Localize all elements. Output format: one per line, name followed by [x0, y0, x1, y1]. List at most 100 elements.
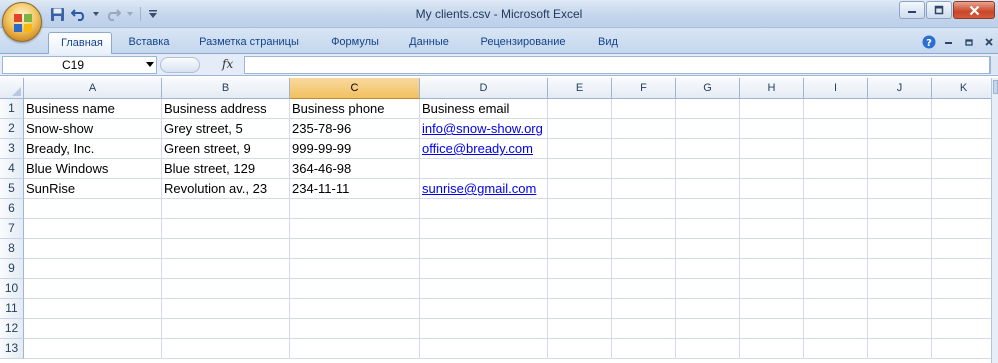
cell-c2[interactable]: 235-78-96 [290, 119, 420, 139]
cell-h10[interactable] [740, 279, 804, 299]
cell-a3[interactable]: Bready, Inc. [24, 139, 162, 159]
cell-d1[interactable]: Business email [420, 99, 548, 119]
row-header-1[interactable]: 1 [0, 99, 24, 119]
cell-d8[interactable] [420, 239, 548, 259]
cell-c12[interactable] [290, 319, 420, 339]
cell-i5[interactable] [804, 179, 868, 199]
cell-a10[interactable] [24, 279, 162, 299]
cell-h12[interactable] [740, 319, 804, 339]
cell-k13[interactable] [932, 339, 991, 359]
cell-b1[interactable]: Business address [162, 99, 290, 119]
cell-f10[interactable] [612, 279, 676, 299]
select-all-corner[interactable] [0, 78, 24, 99]
row-header-11[interactable]: 11 [0, 299, 24, 319]
cell-j9[interactable] [868, 259, 932, 279]
cell-d10[interactable] [420, 279, 548, 299]
row-header-4[interactable]: 4 [0, 159, 24, 179]
cell-j12[interactable] [868, 319, 932, 339]
minimize-button[interactable] [899, 1, 925, 19]
cell-d7[interactable] [420, 219, 548, 239]
ribbon-close-icon[interactable] [980, 34, 998, 50]
cell-j2[interactable] [868, 119, 932, 139]
cell-b9[interactable] [162, 259, 290, 279]
cell-i4[interactable] [804, 159, 868, 179]
chevron-down-icon[interactable] [146, 62, 154, 67]
cell-f7[interactable] [612, 219, 676, 239]
cell-g9[interactable] [676, 259, 740, 279]
cell-h9[interactable] [740, 259, 804, 279]
cell-e13[interactable] [548, 339, 612, 359]
cell-c1[interactable]: Business phone [290, 99, 420, 119]
column-header-e[interactable]: E [548, 78, 612, 99]
cell-a8[interactable] [24, 239, 162, 259]
cell-k8[interactable] [932, 239, 991, 259]
row-header-5[interactable]: 5 [0, 179, 24, 199]
row-header-3[interactable]: 3 [0, 139, 24, 159]
row-header-12[interactable]: 12 [0, 319, 24, 339]
cell-k2[interactable] [932, 119, 991, 139]
cell-h11[interactable] [740, 299, 804, 319]
cell-h2[interactable] [740, 119, 804, 139]
cell-f5[interactable] [612, 179, 676, 199]
tab-home[interactable]: Главная [48, 32, 112, 55]
column-header-d[interactable]: D [420, 78, 548, 99]
cell-d13[interactable] [420, 339, 548, 359]
cell-d9[interactable] [420, 259, 548, 279]
cell-a2[interactable]: Snow-show [24, 119, 162, 139]
spreadsheet-grid[interactable]: A B C D E F G H I J K 1 Business name Business addres… [0, 78, 991, 363]
cell-f2[interactable] [612, 119, 676, 139]
row-header-13[interactable]: 13 [0, 339, 24, 359]
cell-i12[interactable] [804, 319, 868, 339]
close-button[interactable] [953, 1, 995, 19]
cell-j11[interactable] [868, 299, 932, 319]
cell-d6[interactable] [420, 199, 548, 219]
cell-e11[interactable] [548, 299, 612, 319]
cell-f1[interactable] [612, 99, 676, 119]
cell-k10[interactable] [932, 279, 991, 299]
cell-g11[interactable] [676, 299, 740, 319]
cell-b5[interactable]: Revolution av., 23 [162, 179, 290, 199]
cell-b10[interactable] [162, 279, 290, 299]
formula-pill-handle[interactable] [160, 57, 200, 73]
cell-c5[interactable]: 234-11-11 [290, 179, 420, 199]
cell-g5[interactable] [676, 179, 740, 199]
office-button[interactable] [2, 2, 42, 42]
tab-formulas[interactable]: Формулы [318, 32, 392, 54]
cell-j3[interactable] [868, 139, 932, 159]
vertical-scrollbar[interactable] [991, 78, 998, 363]
column-header-g[interactable]: G [676, 78, 740, 99]
cell-g13[interactable] [676, 339, 740, 359]
cell-k5[interactable] [932, 179, 991, 199]
cell-j4[interactable] [868, 159, 932, 179]
cell-i1[interactable] [804, 99, 868, 119]
cell-f3[interactable] [612, 139, 676, 159]
row-header-6[interactable]: 6 [0, 199, 24, 219]
ribbon-restore-icon[interactable] [960, 34, 978, 50]
cell-i9[interactable] [804, 259, 868, 279]
cell-e3[interactable] [548, 139, 612, 159]
column-header-k[interactable]: K [932, 78, 991, 99]
row-header-9[interactable]: 9 [0, 259, 24, 279]
cell-e1[interactable] [548, 99, 612, 119]
cell-g7[interactable] [676, 219, 740, 239]
row-header-8[interactable]: 8 [0, 239, 24, 259]
cell-b7[interactable] [162, 219, 290, 239]
insert-function-button[interactable]: fx [222, 57, 233, 71]
cell-a9[interactable] [24, 259, 162, 279]
cell-d3[interactable]: office@bready.com [420, 139, 548, 159]
cell-c4[interactable]: 364-46-98 [290, 159, 420, 179]
formula-input[interactable] [244, 56, 990, 74]
cell-e4[interactable] [548, 159, 612, 179]
cell-c10[interactable] [290, 279, 420, 299]
cell-e12[interactable] [548, 319, 612, 339]
cell-k9[interactable] [932, 259, 991, 279]
column-header-f[interactable]: F [612, 78, 676, 99]
cell-i8[interactable] [804, 239, 868, 259]
cell-b2[interactable]: Grey street, 5 [162, 119, 290, 139]
column-header-j[interactable]: J [868, 78, 932, 99]
cell-d5[interactable]: sunrise@gmail.com [420, 179, 548, 199]
cell-e6[interactable] [548, 199, 612, 219]
cell-k3[interactable] [932, 139, 991, 159]
cell-j10[interactable] [868, 279, 932, 299]
cell-d11[interactable] [420, 299, 548, 319]
